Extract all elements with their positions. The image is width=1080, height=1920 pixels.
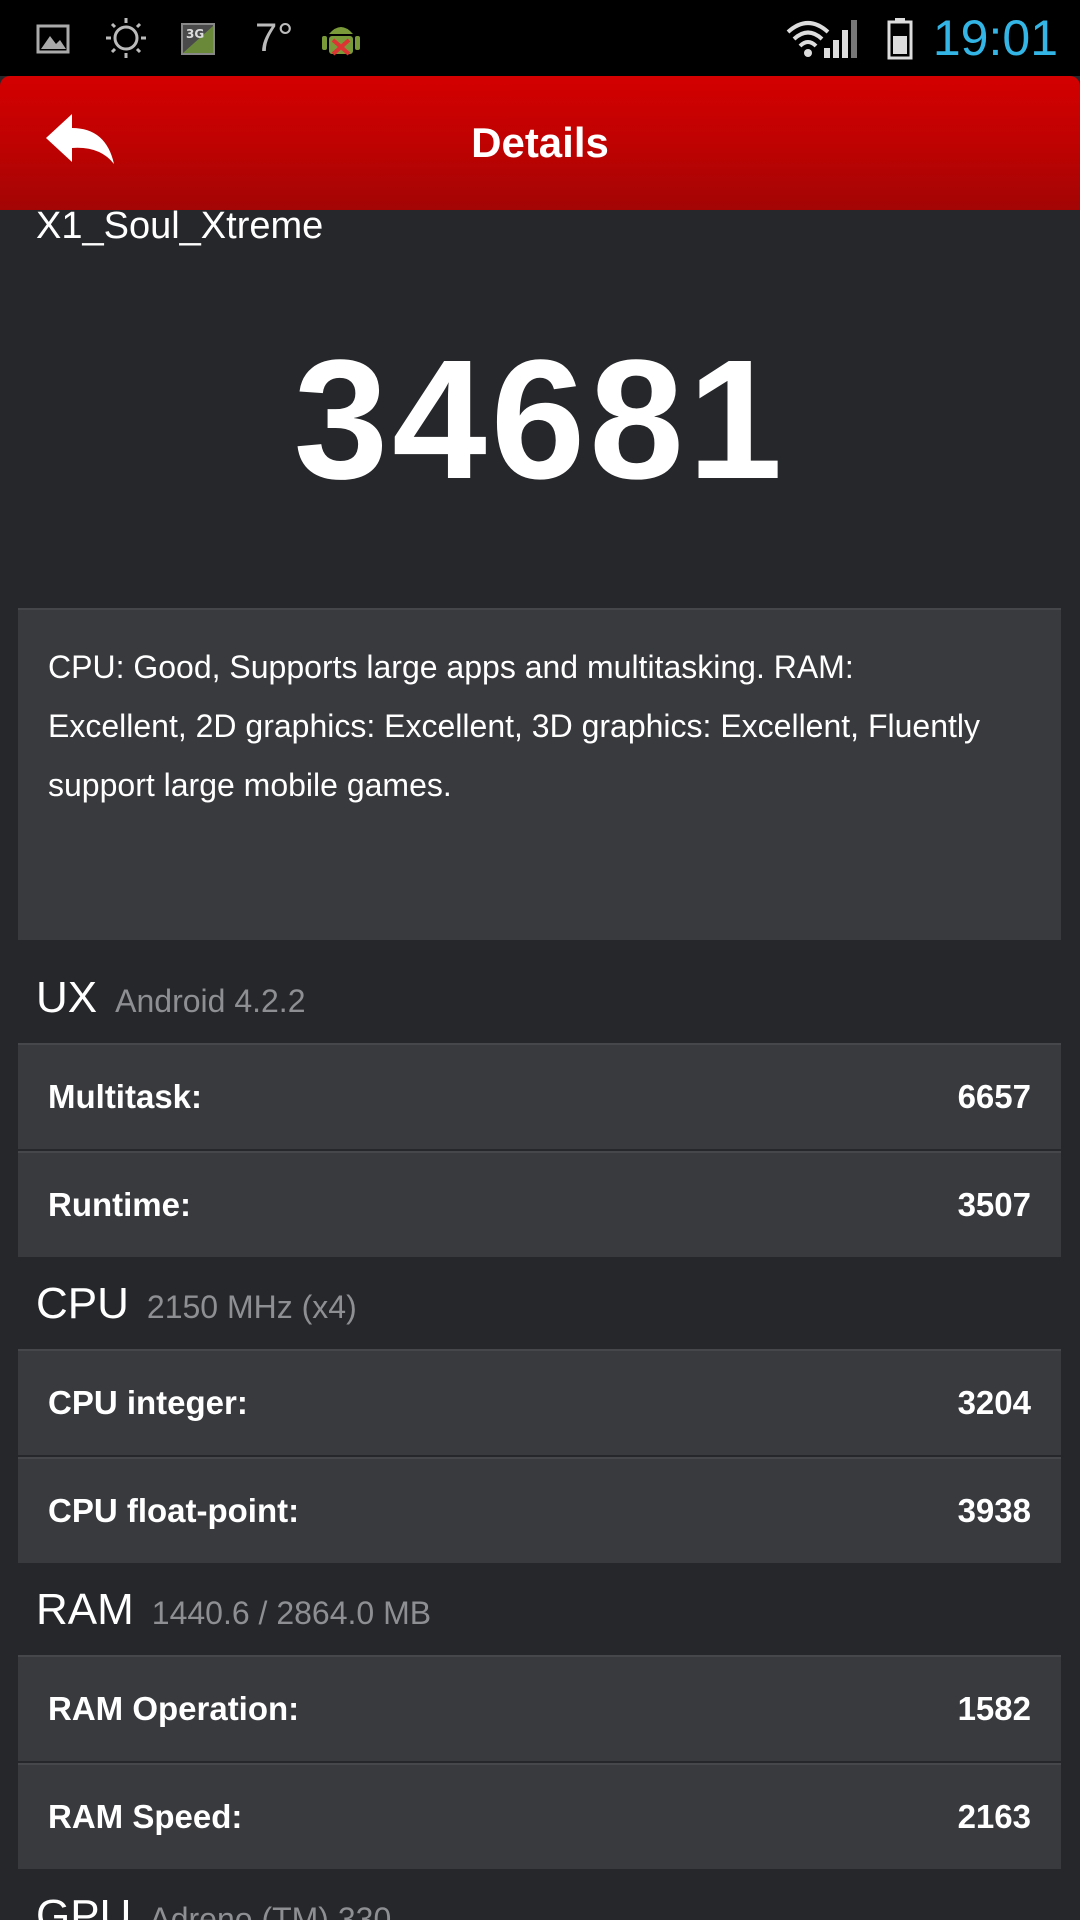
row-label: Runtime: (48, 1186, 191, 1223)
row-value: 3204 (957, 1384, 1031, 1421)
row-value: 6657 (957, 1078, 1031, 1115)
svg-text:3G: 3G (186, 27, 204, 41)
row-label: RAM Speed: (48, 1798, 243, 1835)
section-subtitle: 2150 MHz (x4) (146, 1289, 357, 1325)
row-value: 3938 (957, 1492, 1031, 1529)
total-score: 34681 (293, 325, 787, 515)
score-row-multitask[interactable]: Multitask: 6657 (18, 1043, 1061, 1149)
gallery-icon (36, 24, 70, 54)
score-row-runtime[interactable]: Runtime: 3507 (18, 1151, 1061, 1257)
section-subtitle: Android 4.2.2 (115, 983, 306, 1019)
clock-text: 19:01 (932, 10, 1058, 66)
section-header-ram: RAM 1440.6 / 2864.0 MB (36, 1580, 431, 1640)
brightness-icon (106, 18, 146, 58)
row-label: CPU integer: (48, 1384, 248, 1421)
3g-icon: 3G (181, 23, 215, 55)
battery-icon (887, 18, 913, 60)
signal-icon (824, 20, 857, 58)
section-subtitle: 1440.6 / 2864.0 MB (151, 1595, 432, 1631)
score-row-cpu-float-point[interactable]: CPU float-point: 3938 (18, 1457, 1061, 1563)
row-label: Multitask: (48, 1078, 203, 1115)
section-title: GPU (36, 1891, 132, 1920)
row-label: RAM Operation: (48, 1690, 300, 1727)
section-subtitle: Adreno (TM) 330 (149, 1901, 392, 1920)
status-bar: 3G 7° 19:01 (0, 0, 1080, 76)
score-row-ram-speed[interactable]: RAM Speed: 2163 (18, 1763, 1061, 1869)
temperature-text: 7° (255, 16, 294, 60)
section-header-gpu: GPU Adreno (TM) 330 (36, 1886, 391, 1920)
description-panel: CPU: Good, Supports large apps and multi… (18, 608, 1061, 940)
android-debug-icon (322, 27, 360, 56)
section-title: UX (36, 973, 98, 1022)
device-name: X1_Soul_Xtreme (36, 205, 324, 247)
section-title: RAM (36, 1585, 134, 1634)
section-header-ux: UX Android 4.2.2 (36, 968, 305, 1028)
section-title: CPU (36, 1279, 129, 1328)
row-value: 2163 (957, 1798, 1031, 1835)
app-header: Details (0, 76, 1080, 210)
page-title: Details (471, 119, 609, 166)
row-value: 1582 (957, 1690, 1031, 1727)
screen: 3G 7° 19:01 Details X1_Soul_Xtreme 34681… (0, 0, 1080, 1920)
section-header-cpu: CPU 2150 MHz (x4) (36, 1274, 357, 1334)
score-row-ram-operation[interactable]: RAM Operation: 1582 (18, 1655, 1061, 1761)
score-row-cpu-integer[interactable]: CPU integer: 3204 (18, 1349, 1061, 1455)
row-label: CPU float-point: (48, 1492, 300, 1529)
description-text: CPU: Good, Supports large apps and multi… (48, 649, 980, 803)
row-value: 3507 (957, 1186, 1031, 1223)
